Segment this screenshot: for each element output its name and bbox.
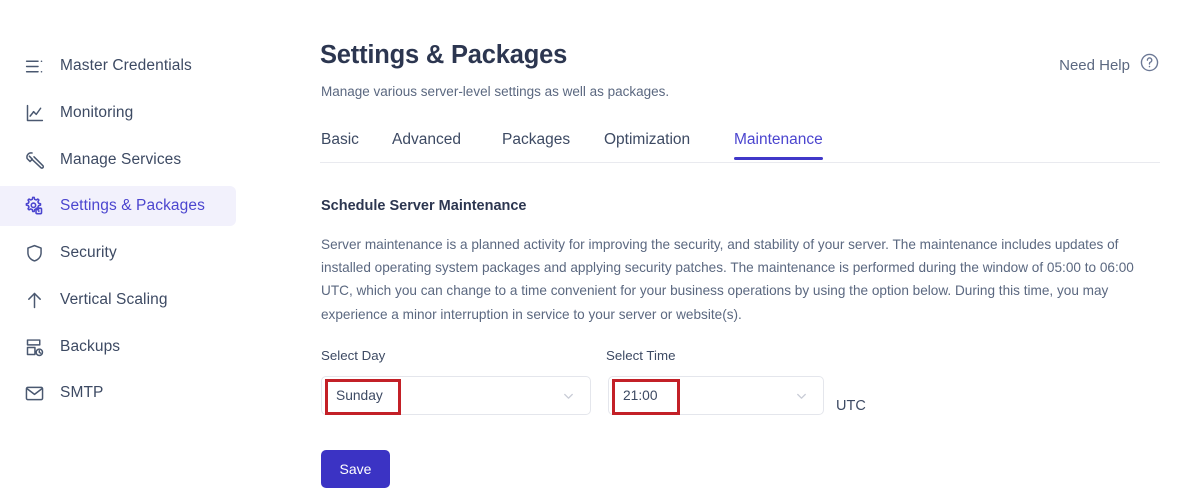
tab-bar: Basic Advanced Packages Optimization Mai… [320,131,1160,163]
sidebar-item-security[interactable]: Security [0,233,236,273]
section-title: Schedule Server Maintenance [321,198,527,214]
arrow-up-icon [22,288,46,312]
chevron-down-icon[interactable] [794,388,809,403]
sidebar-item-label: Master Credentials [60,57,192,75]
shield-icon [22,241,46,265]
select-time-dropdown[interactable]: 21:00 [608,376,824,415]
sidebar-item-master-credentials[interactable]: Master Credentials [0,46,236,86]
chart-line-icon [22,101,46,125]
list-icon [22,54,46,78]
sidebar-item-label: Vertical Scaling [60,291,168,309]
tab-optimization[interactable]: Optimization [604,131,690,160]
sidebar-item-vertical-scaling[interactable]: Vertical Scaling [0,280,236,320]
sidebar-item-smtp[interactable]: SMTP [0,373,236,413]
sidebar-item-label: Monitoring [60,104,133,122]
tab-advanced[interactable]: Advanced [392,131,461,160]
sidebar-item-label: Settings & Packages [60,197,205,215]
need-help-label: Need Help [1059,57,1130,74]
wrench-icon [22,148,46,172]
sidebar-item-backups[interactable]: Backups [0,327,236,367]
section-description: Server maintenance is a planned activity… [321,233,1162,326]
app-root: Master Credentials Monitoring Manage Ser… [0,0,1198,503]
tab-maintenance[interactable]: Maintenance [734,131,823,160]
need-help-link[interactable]: Need Help [1059,52,1160,78]
envelope-icon [22,381,46,405]
gear-icon [22,194,46,218]
sidebar-item-label: Backups [60,338,120,356]
sidebar-item-label: Manage Services [60,151,181,169]
sidebar-item-label: Security [60,244,117,262]
select-day-label: Select Day [321,348,385,363]
tab-basic[interactable]: Basic [321,131,359,160]
sidebar-item-monitoring[interactable]: Monitoring [0,93,236,133]
tab-divider [320,162,1160,163]
tab-packages[interactable]: Packages [502,131,570,160]
chevron-down-icon[interactable] [561,388,576,403]
select-time-value: 21:00 [623,388,658,403]
select-day-dropdown[interactable]: Sunday [321,376,591,415]
sidebar-item-manage-services[interactable]: Manage Services [0,140,236,180]
sidebar: Master Credentials Monitoring Manage Ser… [0,0,300,503]
sidebar-item-settings-packages[interactable]: Settings & Packages [0,186,236,226]
question-circle-icon [1139,52,1160,78]
timezone-label: UTC [836,398,866,414]
page-subtitle: Manage various server-level settings as … [321,84,669,99]
sidebar-item-label: SMTP [60,384,103,402]
page-title: Settings & Packages [320,41,567,70]
main-content: Settings & Packages Manage various serve… [320,0,1198,503]
save-button[interactable]: Save [321,450,390,488]
backup-icon [22,335,46,359]
select-time-label: Select Time [606,348,675,363]
select-day-value: Sunday [336,388,383,403]
